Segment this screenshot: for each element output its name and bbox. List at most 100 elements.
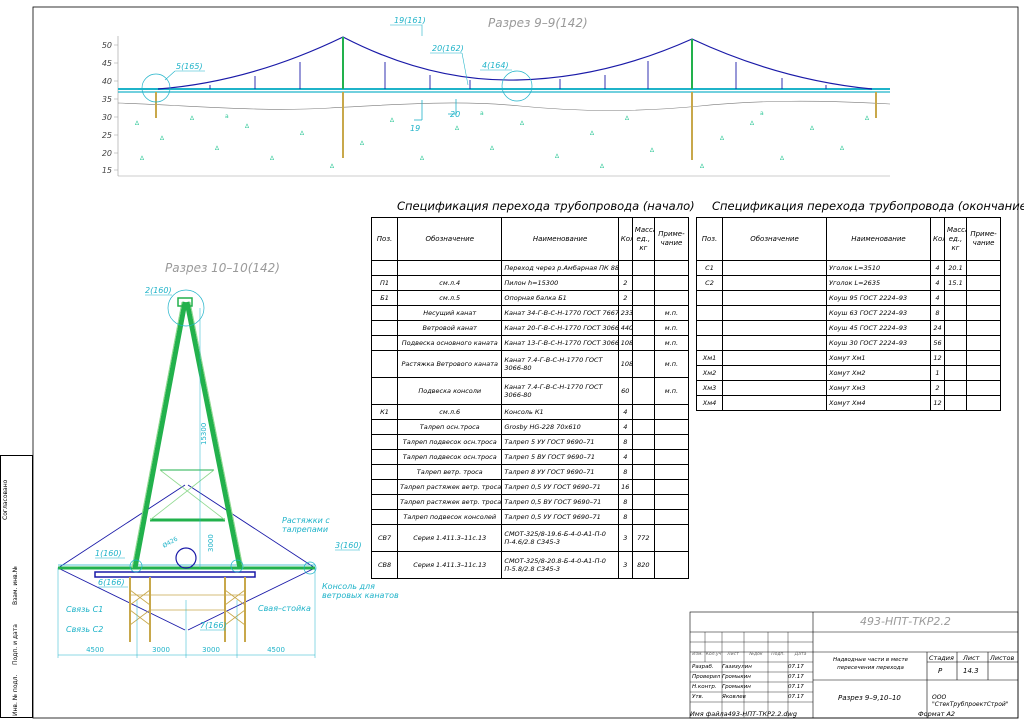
table-row: С2 Уголок L=2635 4 15.1 [696, 275, 1001, 291]
spec-table-start: Поз.ОбозначениеНаименованиеКол.Масса ед.… [370, 217, 690, 579]
spec-cell: Талреп 8 УУ ГОСТ 9690–71 [501, 464, 619, 480]
spec-cell [370, 479, 399, 495]
svg-text:∆: ∆ [244, 123, 250, 130]
svg-text:∆: ∆ [139, 155, 145, 162]
spec-cell: Подвеска консоли [397, 377, 503, 405]
company-name: ООО "СтекТрубпроектСтрой" [932, 694, 1009, 708]
spec-cell [631, 404, 655, 420]
spec-end-title: Спецификация перехода трубопровода (окон… [712, 199, 1024, 213]
dimension: 3000 [202, 646, 220, 654]
table-row: Талреп ветр. троса Талреп 8 УУ ГОСТ 9690–… [370, 464, 690, 480]
svg-text:∆: ∆ [389, 117, 395, 124]
dimension: 4500 [86, 646, 104, 654]
y-tick: 45 [102, 59, 112, 68]
svg-text:∆: ∆ [359, 140, 365, 147]
section-title: Разрез 10–10(142) [165, 261, 280, 275]
section-9-9: 50 45 40 35 30 25 20 15 Разрез 9–9(142) … [102, 16, 891, 177]
stage-label: Стадия [929, 654, 954, 662]
height-dim: 15300 [200, 423, 208, 445]
table-row: Талреп подвесок консолей Талреп 0,5 УУ ГО… [370, 509, 690, 525]
spec-cell [370, 494, 399, 510]
spec-cell [631, 479, 655, 495]
table-row: П1 см.л.4 Пилон h=15300 2 [370, 275, 690, 291]
table-row: Талреп подвесок осн.троса Талреп 5 ВУ ГОС… [370, 449, 690, 465]
spec-cell [631, 509, 655, 525]
svg-text:∆: ∆ [779, 155, 785, 162]
section-mark: 20 [450, 110, 460, 119]
spec-cell: Талреп растяжек ветр. троса [397, 494, 503, 510]
spec-cell: 4 [930, 260, 945, 276]
spec-cell [653, 434, 690, 450]
spec-cell [966, 365, 1001, 381]
spec-header-cell: Обозначение [722, 217, 827, 261]
spec-cell [966, 350, 1001, 366]
spec-cell [722, 380, 827, 396]
spec-cell: 12 [930, 395, 945, 411]
svg-text:∆: ∆ [554, 153, 560, 160]
spec-cell: Уголок L=2635 [826, 275, 931, 291]
spec-cell: 2 [617, 275, 633, 291]
side-label: Согласовано [2, 479, 9, 520]
y-tick: 20 [102, 149, 112, 158]
pile-label: Свая–стойка [258, 604, 311, 613]
table-row: Подвеска консоли Канат 7.4-Г-В-С-Н-1770 Г… [370, 377, 690, 405]
table-row: Талреп растяжек ветр. троса Талреп 0,5 УУ… [370, 479, 690, 495]
spec-cell: П1 [370, 275, 399, 291]
svg-text:a: a [760, 110, 764, 117]
spec-cell [696, 305, 723, 321]
spec-cell [370, 464, 399, 480]
spec-cell: Хомут Хм2 [826, 365, 931, 381]
spec-cell [696, 335, 723, 351]
table-row: Растяжка Ветрового каната Канат 7.4-Г-В-С… [370, 350, 690, 378]
spec-cell [370, 260, 399, 276]
drawing-name: Разрез 9–9,10–10 [838, 694, 901, 702]
section-10-10: Разрез 10–10(142) 15300 3000 Ø426 2(160)… [57, 261, 362, 658]
spec-cell: СМОТ-325/8-19.6-Б-4-0-А1-П-0 П-4.6/2.8 С… [501, 524, 619, 552]
table-row: Коуш 63 ГОСТ 2224–93 8 [696, 305, 1001, 321]
spec-cell: см.л.5 [397, 290, 503, 306]
section-mark: 19 [410, 124, 420, 133]
spec-cell: 3 [617, 551, 633, 579]
spec-cell [370, 434, 399, 450]
svg-text:∆: ∆ [329, 163, 335, 170]
spec-cell: Хомут Хм4 [826, 395, 931, 411]
spec-cell: Пилон h=15300 [501, 275, 619, 291]
callout-label: 5(165) [176, 62, 203, 71]
svg-text:∆: ∆ [419, 155, 425, 162]
spec-cell [966, 275, 1001, 291]
spec-cell: 4 [930, 290, 945, 306]
spec-cell: 772 [631, 524, 655, 552]
spec-cell: Канат 20-Г-В-С-Н-1770 ГОСТ 3066-80 [501, 320, 619, 336]
piles [129, 577, 246, 642]
spec-cell [653, 494, 690, 510]
svg-text:∆: ∆ [809, 125, 815, 132]
spec-cell: Консоль К1 [501, 404, 619, 420]
side-label: Подп. и дата [12, 624, 19, 665]
svg-text:∆: ∆ [159, 135, 165, 142]
spec-cell: 24 [930, 320, 945, 336]
spec-cell [370, 350, 399, 378]
spec-cell: Талреп подвесок осн.троса [397, 434, 503, 450]
table-row: Хм1 Хомут Хм1 12 [696, 350, 1001, 366]
spec-cell: Талреп ветр. троса [397, 464, 503, 480]
spec-cell [722, 290, 827, 306]
spec-cell [370, 449, 399, 465]
svg-text:∆: ∆ [864, 115, 870, 122]
spec-cell [944, 335, 967, 351]
spec-cell: 440 [617, 320, 633, 336]
spec-cell: Хм4 [696, 395, 723, 411]
spec-cell [966, 335, 1001, 351]
spec-cell [944, 350, 967, 366]
spec-cell [653, 509, 690, 525]
spec-cell: м.п. [653, 350, 690, 378]
table-row: СВ7 Серия 1.411.3–11с.13 СМОТ-325/8-19.6-Б… [370, 524, 690, 552]
guys-label: Растяжки с талрепами [282, 516, 330, 534]
spec-cell [653, 449, 690, 465]
table-row: СВ8 Серия 1.411.3–11с.13 СМОТ-325/8-20.8-Б… [370, 551, 690, 579]
spec-cell [696, 290, 723, 306]
table-row: Переход через р.Амбарная ПК 880 [370, 260, 690, 276]
spec-cell [631, 305, 655, 321]
svg-text:∆: ∆ [719, 135, 725, 142]
spec-cell [631, 275, 655, 291]
spec-cell [631, 260, 655, 276]
